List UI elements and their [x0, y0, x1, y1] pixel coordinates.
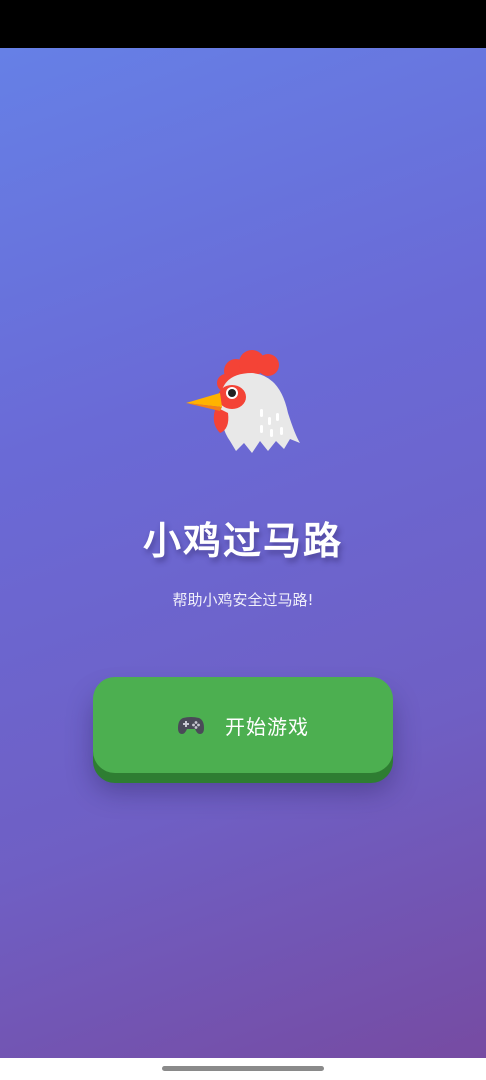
home-indicator[interactable] [162, 1066, 324, 1071]
start-screen: 小鸡过马路 帮助小鸡安全过马路! 开始游戏 [0, 48, 486, 1058]
start-game-button[interactable]: 开始游戏 [93, 677, 393, 773]
gamepad-icon [177, 714, 205, 736]
game-subtitle: 帮助小鸡安全过马路! [172, 591, 314, 609]
status-bar [0, 0, 486, 48]
system-navigation-bar [0, 1058, 486, 1080]
start-game-button-label: 开始游戏 [225, 714, 309, 739]
rooster-icon [180, 343, 308, 463]
game-title: 小鸡过马路 [142, 519, 343, 563]
